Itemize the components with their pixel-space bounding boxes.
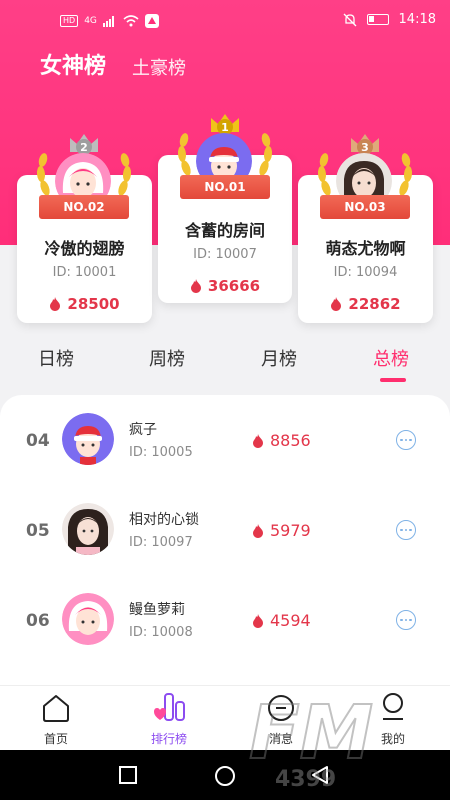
user-name: 鳗鱼萝莉	[129, 602, 185, 618]
podium-score-value: 28500	[67, 295, 120, 313]
user-id: ID: 10005	[129, 445, 193, 460]
rank-ribbon: NO.02	[39, 195, 129, 219]
message-icon	[268, 695, 294, 721]
more-options-icon[interactable]	[396, 430, 416, 450]
flame-icon	[253, 433, 263, 448]
podium-score-value: 22862	[348, 295, 401, 313]
nav-home-label: 首页	[43, 732, 68, 746]
avatar	[62, 413, 114, 465]
nav-messages-label: 消息	[268, 732, 293, 746]
flame-icon	[190, 279, 201, 293]
podium-score: 22862	[298, 295, 433, 313]
podium-id: ID: 10094	[333, 265, 398, 280]
nav-ranking[interactable]: 排行榜	[129, 686, 209, 751]
nav-messages[interactable]: 消息	[241, 686, 321, 751]
podium-id: ID: 10001	[52, 265, 117, 280]
user-name: 相对的心锁	[129, 512, 199, 528]
system-nav-bar	[0, 750, 450, 800]
nav-mine-label: 我的	[380, 732, 405, 746]
battery-icon	[366, 14, 389, 25]
podium-score: 36666	[158, 277, 292, 295]
top-tabs: 女神榜 土豪榜	[40, 48, 186, 80]
home-icon	[43, 695, 69, 722]
bottom-nav: 首页 排行榜 消息 我的	[0, 685, 450, 750]
rank-ribbon: NO.01	[180, 175, 270, 199]
tab-week[interactable]: 周榜	[149, 345, 185, 371]
ranking-list: 04 疯子 ID: 10005 8856 05 相对的心锁 ID: 10097	[0, 395, 450, 685]
tab-total[interactable]: 总榜	[373, 345, 409, 371]
rank-number: 06	[26, 611, 50, 631]
podium-id: ID: 10007	[193, 247, 257, 262]
podium-name: 冷傲的翅膀	[44, 239, 125, 258]
status-bar: HD 4G 14:18	[0, 0, 450, 40]
status-left: HD 4G	[60, 14, 159, 28]
podium-name: 含蓄的房间	[184, 221, 265, 240]
recent-apps-icon[interactable]	[119, 766, 137, 784]
nav-home[interactable]: 首页	[16, 686, 96, 751]
flame-icon	[331, 297, 342, 311]
status-right: 14:18	[343, 12, 436, 27]
user-score-value: 4594	[270, 611, 311, 630]
user-score: 8856	[252, 431, 311, 450]
tab-day[interactable]: 日榜	[38, 345, 74, 371]
flame-icon	[253, 523, 263, 538]
list-item[interactable]: 06 鳗鱼萝莉 ID: 10008 4594	[0, 575, 450, 665]
rank-number: 04	[26, 431, 50, 451]
user-score: 5979	[252, 521, 311, 540]
period-tabs: 日榜 周榜 月榜 总榜	[0, 345, 450, 390]
flame-icon	[50, 297, 61, 311]
clock: 14:18	[398, 12, 436, 27]
user-name: 疯子	[129, 422, 157, 438]
rank-ribbon: NO.03	[320, 195, 410, 219]
tab-month[interactable]: 月榜	[261, 345, 297, 371]
more-options-icon[interactable]	[396, 520, 416, 540]
ranking-chart-icon	[154, 693, 185, 721]
network-badge: 4G	[84, 16, 97, 26]
avatar	[62, 593, 114, 645]
mute-bell-icon	[343, 13, 356, 26]
podium-score: 28500	[17, 295, 152, 313]
nav-mine[interactable]: 我的	[353, 686, 433, 751]
user-id: ID: 10097	[129, 535, 193, 550]
user-score-value: 8856	[270, 431, 311, 450]
more-options-icon[interactable]	[396, 610, 416, 630]
user-score-value: 5979	[270, 521, 311, 540]
list-item[interactable]: 05 相对的心锁 ID: 10097 5979	[0, 485, 450, 575]
list-item[interactable]: 04 疯子 ID: 10005 8856	[0, 395, 450, 485]
hd-badge: HD	[60, 15, 79, 27]
tab-goddess[interactable]: 女神榜	[40, 48, 106, 80]
app-notification-icon	[144, 14, 159, 28]
home-circle-icon[interactable]	[214, 765, 236, 787]
avatar	[62, 503, 114, 555]
user-score: 4594	[252, 611, 311, 630]
tab-tycoon[interactable]: 土豪榜	[132, 54, 186, 80]
back-icon[interactable]	[310, 765, 330, 785]
rank-number: 05	[26, 521, 50, 541]
user-icon	[383, 693, 403, 720]
podium-name: 萌态尤物啊	[325, 239, 406, 258]
signal-icon	[102, 16, 114, 27]
podium-score-value: 36666	[207, 277, 261, 295]
wifi-icon	[123, 15, 139, 27]
active-tab-indicator	[380, 378, 406, 382]
nav-ranking-label: 排行榜	[150, 732, 187, 746]
user-id: ID: 10008	[129, 625, 193, 640]
flame-icon	[253, 613, 263, 628]
